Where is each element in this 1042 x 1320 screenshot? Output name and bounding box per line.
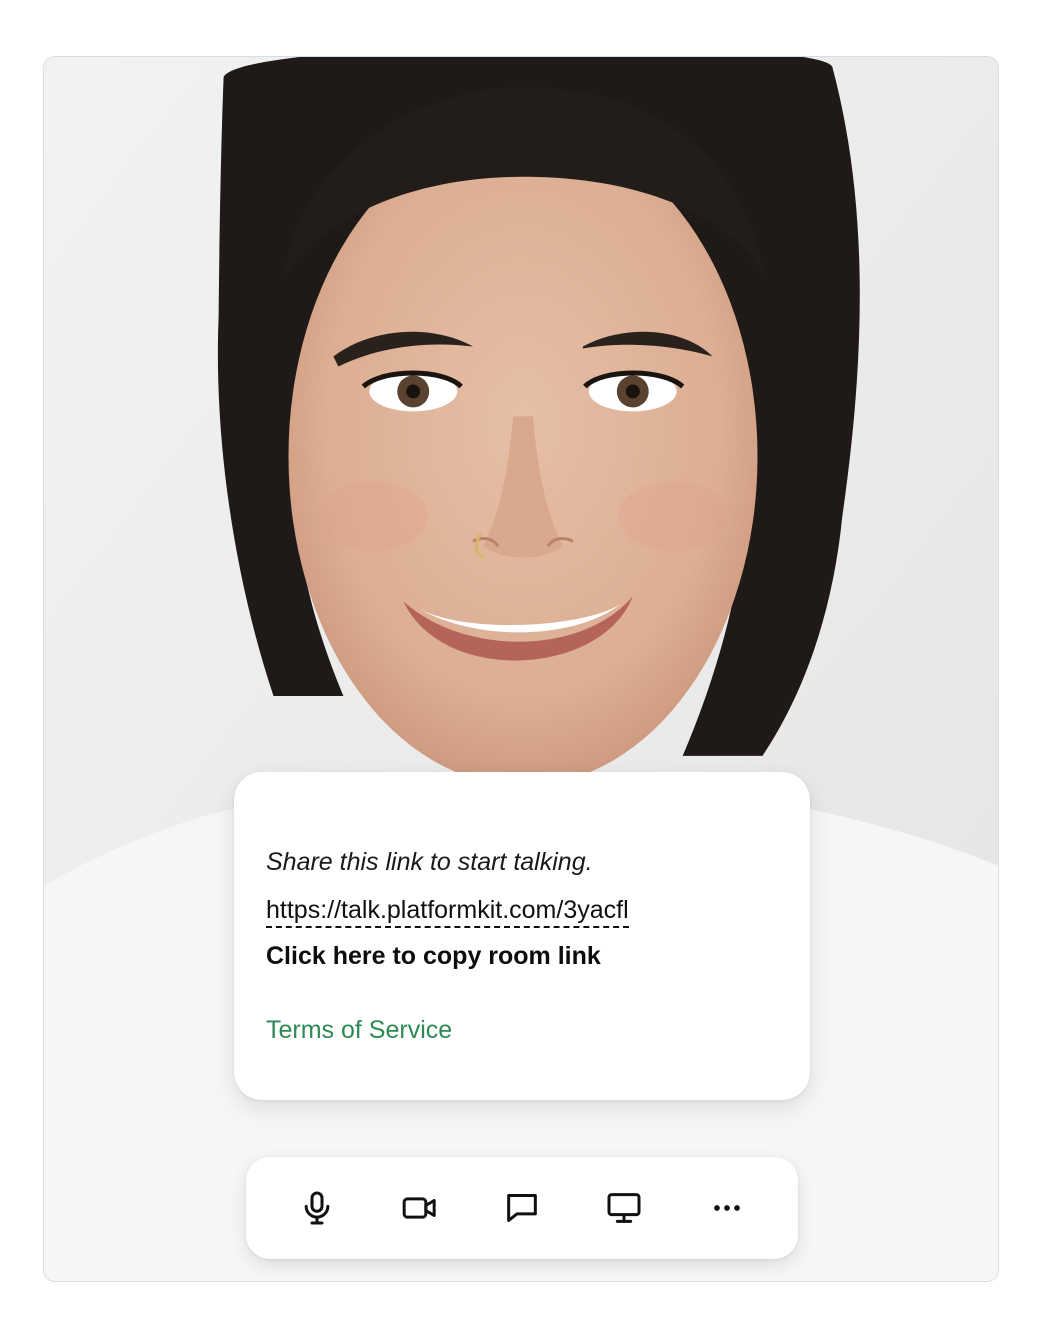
room-url-link[interactable]: https://talk.platformkit.com/3yacfl bbox=[266, 894, 629, 928]
call-controls-toolbar bbox=[246, 1157, 798, 1259]
mic-button[interactable] bbox=[285, 1176, 349, 1240]
chat-icon bbox=[507, 1194, 537, 1222]
video-call-frame: Share this link to start talking. https:… bbox=[43, 56, 999, 1282]
camera-button[interactable] bbox=[388, 1176, 452, 1240]
share-prompt-text: Share this link to start talking. bbox=[266, 848, 593, 876]
terms-of-service-link[interactable]: Terms of Service bbox=[266, 1014, 778, 1046]
copy-room-link-button[interactable]: Click here to copy room link bbox=[266, 940, 778, 972]
chat-button[interactable] bbox=[490, 1176, 554, 1240]
more-options-icon bbox=[713, 1205, 740, 1211]
screen-share-icon bbox=[607, 1193, 641, 1223]
more-button[interactable] bbox=[695, 1176, 759, 1240]
video-camera-icon bbox=[402, 1197, 436, 1219]
screen-share-button[interactable] bbox=[592, 1176, 656, 1240]
share-link-card: Share this link to start talking. https:… bbox=[234, 772, 810, 1100]
microphone-icon bbox=[304, 1191, 330, 1225]
